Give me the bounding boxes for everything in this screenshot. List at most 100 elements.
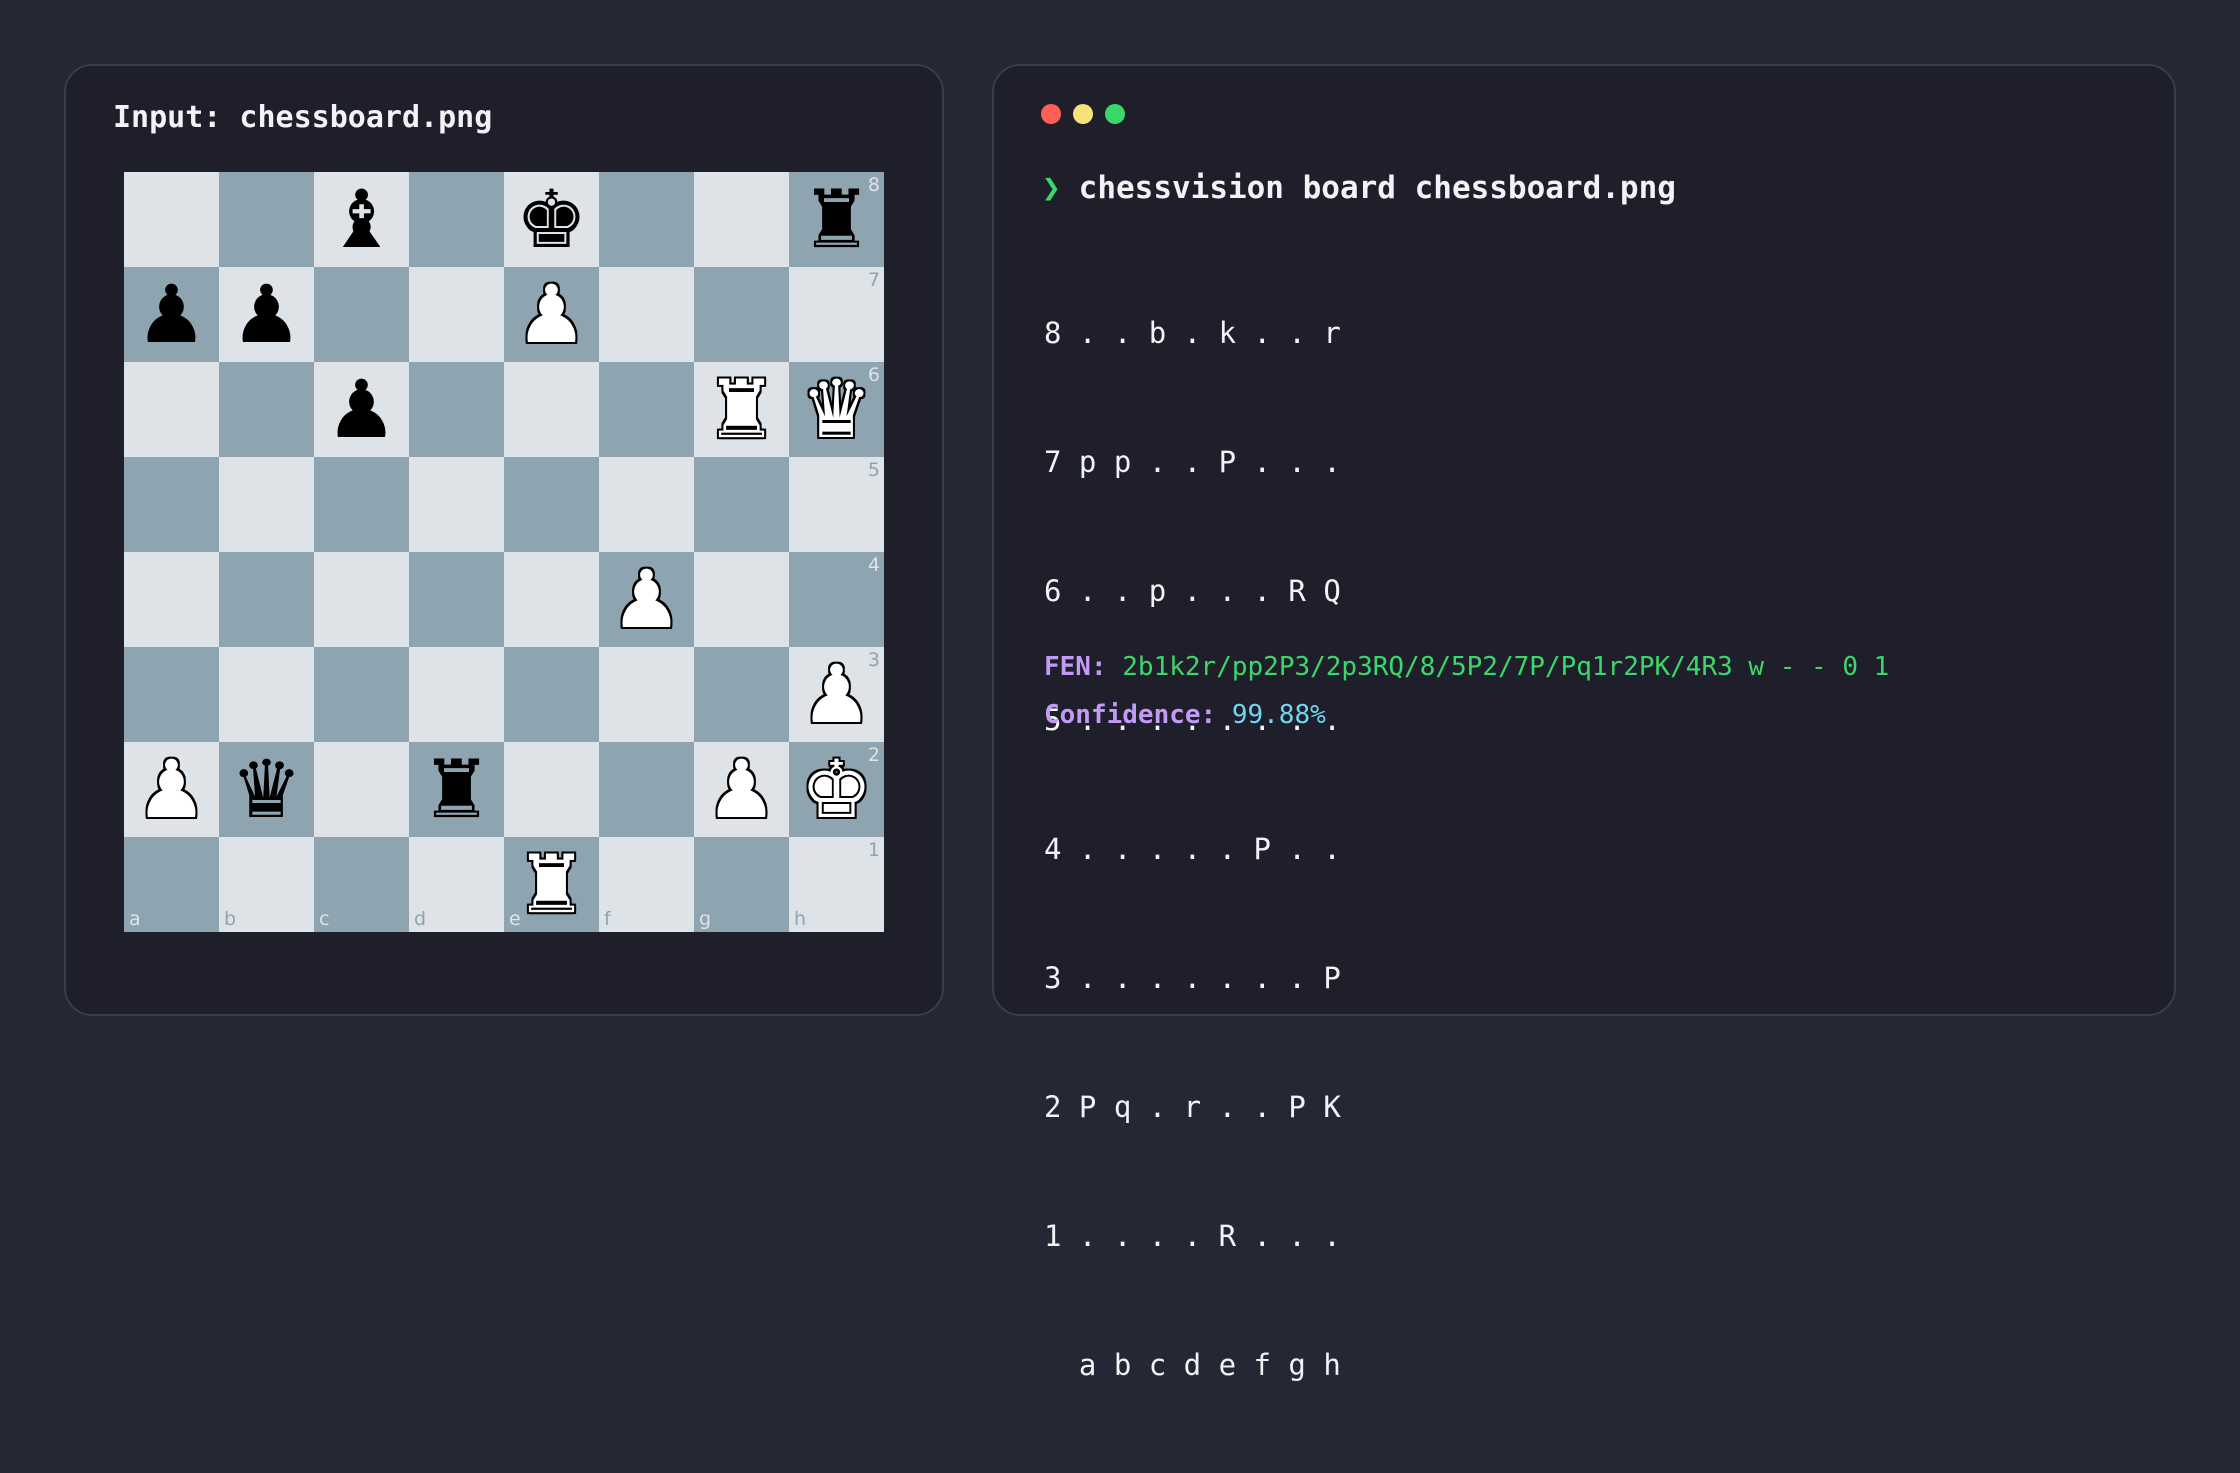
square-b4 [219, 552, 314, 647]
square-g6: ♜ [694, 362, 789, 457]
rank-label: 2 [867, 744, 880, 766]
rank-label: 7 [867, 269, 880, 291]
square-a4 [124, 552, 219, 647]
square-c4 [314, 552, 409, 647]
file-label: a [129, 908, 141, 930]
square-b2: ♛ [219, 742, 314, 837]
white-pawn-icon: ♟ [515, 267, 588, 361]
square-d6 [409, 362, 504, 457]
square-d4 [409, 552, 504, 647]
command-text: chessvision board chessboard.png [1078, 170, 1676, 206]
black-pawn-icon: ♟ [135, 267, 208, 361]
maximize-window-button[interactable] [1105, 104, 1125, 124]
ascii-board-row: 3 . . . . . . . P [1044, 961, 1341, 995]
ascii-board-row: 6 . . p . . . R Q [1044, 574, 1341, 608]
rank-label: 6 [867, 364, 880, 386]
square-h2: ♚ 2 [789, 742, 884, 837]
ascii-board-row: 8 . . b . k . . r [1044, 316, 1341, 350]
rank-label: 4 [867, 554, 880, 576]
square-c8: ♝ [314, 172, 409, 267]
white-pawn-icon: ♟ [705, 742, 778, 836]
square-g2: ♟ [694, 742, 789, 837]
square-d5 [409, 457, 504, 552]
square-d7 [409, 267, 504, 362]
input-title: Input: chessboard.png [113, 100, 493, 135]
ascii-board-row: 4 . . . . . P . . [1044, 832, 1341, 866]
file-label: d [414, 908, 427, 930]
command-line: ❯ chessvision board chessboard.png [1042, 170, 1676, 206]
fen-output: FEN: 2b1k2r/pp2P3/2p3RQ/8/5P2/7P/Pq1r2PK… [1044, 652, 1889, 682]
black-bishop-icon: ♝ [325, 172, 398, 266]
square-e5 [504, 457, 599, 552]
square-f1: f [599, 837, 694, 932]
square-e6 [504, 362, 599, 457]
square-f6 [599, 362, 694, 457]
ascii-board-file-labels: a b c d e f g h [1044, 1348, 1341, 1382]
square-b6 [219, 362, 314, 457]
square-c3 [314, 647, 409, 742]
rank-label: 1 [867, 839, 880, 861]
square-d8 [409, 172, 504, 267]
black-queen-icon: ♛ [230, 742, 303, 836]
square-c1: c [314, 837, 409, 932]
square-d2: ♜ [409, 742, 504, 837]
rank-label: 5 [867, 459, 880, 481]
square-a8 [124, 172, 219, 267]
chessboard: ♝ ♚ ♜ 8 ♟ ♟ ♟ 7 ♟ ♜ ♛ 6 5 ♟ 4 ♟ 3 ♟ ♛ ♜ ♟ ♚ 2 a b c d ♜ e f g 1 h [124, 172, 884, 932]
prompt-chevron-icon: ❯ [1042, 170, 1061, 206]
black-pawn-icon: ♟ [325, 362, 398, 456]
square-h3: ♟ 3 [789, 647, 884, 742]
square-f4: ♟ [599, 552, 694, 647]
black-rook-icon: ♜ [420, 742, 493, 836]
confidence-value: 99.88% [1231, 700, 1326, 730]
square-b5 [219, 457, 314, 552]
square-b8 [219, 172, 314, 267]
square-a3 [124, 647, 219, 742]
square-f2 [599, 742, 694, 837]
square-g8 [694, 172, 789, 267]
square-a5 [124, 457, 219, 552]
square-e8: ♚ [504, 172, 599, 267]
square-e2 [504, 742, 599, 837]
minimize-window-button[interactable] [1073, 104, 1093, 124]
ascii-board-output: 8 . . b . k . . r 7 p p . . P . . . 6 . … [1044, 226, 1341, 1473]
square-c2 [314, 742, 409, 837]
square-h6: ♛ 6 [789, 362, 884, 457]
confidence-label: Confidence: [1044, 700, 1217, 730]
white-pawn-icon: ♟ [610, 552, 683, 646]
fen-value: 2b1k2r/pp2P3/2p3RQ/8/5P2/7P/Pq1r2PK/4R3 … [1122, 652, 1890, 682]
square-b1: b [219, 837, 314, 932]
confidence-output: Confidence: 99.88% [1044, 700, 1326, 730]
square-h8: ♜ 8 [789, 172, 884, 267]
file-label: f [604, 908, 611, 930]
square-e3 [504, 647, 599, 742]
square-f7 [599, 267, 694, 362]
square-c7 [314, 267, 409, 362]
ascii-board-row: 1 . . . . R . . . [1044, 1219, 1341, 1253]
input-image-panel: Input: chessboard.png ♝ ♚ ♜ 8 ♟ ♟ ♟ 7 ♟ ♜ ♛ 6 5 ♟ 4 ♟ 3 ♟… [64, 64, 944, 1016]
fen-label: FEN: [1044, 652, 1107, 682]
file-label: h [794, 908, 807, 930]
square-b7: ♟ [219, 267, 314, 362]
square-f5 [599, 457, 694, 552]
square-a2: ♟ [124, 742, 219, 837]
black-king-icon: ♚ [515, 172, 588, 266]
square-g5 [694, 457, 789, 552]
square-d1: d [409, 837, 504, 932]
file-label: b [224, 908, 237, 930]
square-a7: ♟ [124, 267, 219, 362]
ascii-board-row: 7 p p . . P . . . [1044, 445, 1341, 479]
white-rook-icon: ♜ [705, 362, 778, 456]
square-b3 [219, 647, 314, 742]
ascii-board-row: 2 P q . r . . P K [1044, 1090, 1341, 1124]
terminal-window: ❯ chessvision board chessboard.png 8 . . … [992, 64, 2176, 1382]
file-label: g [699, 908, 712, 930]
square-h1: 1h [789, 837, 884, 932]
rank-label: 3 [867, 649, 880, 671]
square-f3 [599, 647, 694, 742]
close-window-button[interactable] [1041, 104, 1061, 124]
square-e7: ♟ [504, 267, 599, 362]
square-c6: ♟ [314, 362, 409, 457]
square-c5 [314, 457, 409, 552]
square-e1: ♜ e [504, 837, 599, 932]
